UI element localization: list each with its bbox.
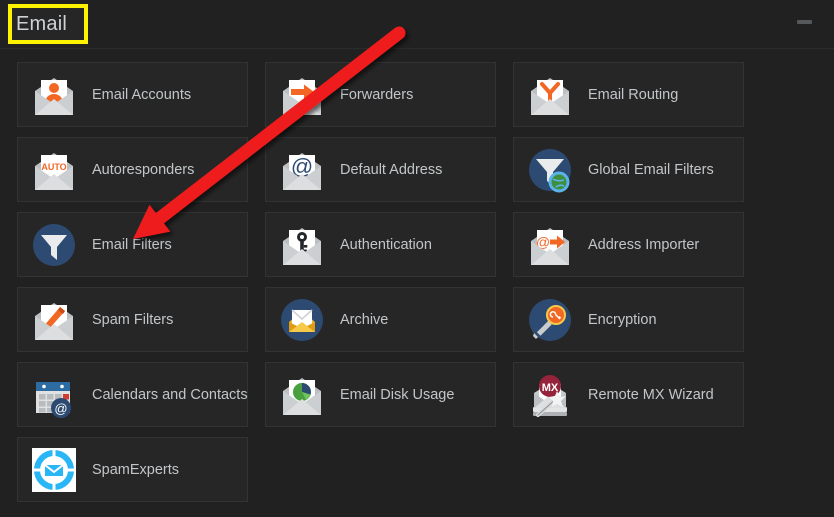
- email-feature-grid: Email Accounts Forwarders Email Routing …: [17, 62, 817, 502]
- envelope-piechart-icon: [278, 371, 326, 419]
- envelope-at-arrow-icon: @: [526, 221, 574, 269]
- minimize-icon[interactable]: [797, 20, 812, 24]
- tile-label: Authentication: [340, 236, 432, 253]
- tile-label: Email Disk Usage: [340, 386, 455, 403]
- tile-address-importer[interactable]: @ Address Importer: [513, 212, 744, 277]
- envelope-key-icon: [278, 221, 326, 269]
- tile-label: Address Importer: [588, 236, 700, 253]
- tile-label: Email Routing: [588, 86, 679, 103]
- tile-calendars-and-contacts[interactable]: @ Calendars and Contacts: [17, 362, 248, 427]
- tile-label: Global Email Filters: [588, 161, 714, 178]
- mx-wand-icon: MX: [526, 371, 574, 419]
- svg-text:AUTO: AUTO: [41, 162, 66, 172]
- tile-autoresponders[interactable]: AUTO Autoresponders: [17, 137, 248, 202]
- tile-label: Autoresponders: [92, 161, 195, 178]
- tile-label: Calendars and Contacts: [92, 386, 248, 403]
- tile-spam-filters[interactable]: Spam Filters: [17, 287, 248, 352]
- envelope-at-icon: @: [278, 146, 326, 194]
- envelope-auto-icon: AUTO: [30, 146, 78, 194]
- tile-label: SpamExperts: [92, 461, 180, 478]
- tile-label: Spam Filters: [92, 311, 174, 328]
- tile-email-accounts[interactable]: Email Accounts: [17, 62, 248, 127]
- tile-spamexperts[interactable]: SpamExperts: [17, 437, 248, 502]
- tile-email-disk-usage[interactable]: Email Disk Usage: [265, 362, 496, 427]
- tile-forwarders[interactable]: Forwarders: [265, 62, 496, 127]
- tile-label: Default Address: [340, 161, 443, 178]
- inbox-tray-icon: [278, 296, 326, 344]
- email-panel: Email Email Accounts Forwarders Email Ro…: [0, 0, 834, 517]
- tile-label: Email Accounts: [92, 86, 192, 103]
- tile-archive[interactable]: Archive: [265, 287, 496, 352]
- page-title: Email: [16, 13, 68, 35]
- tile-encryption[interactable]: Encryption: [513, 287, 744, 352]
- funnel-icon: [30, 221, 78, 269]
- tile-label: Archive: [340, 311, 389, 328]
- envelope-routing-icon: [526, 71, 574, 119]
- tile-email-routing[interactable]: Email Routing: [513, 62, 744, 127]
- envelope-arrow-icon: [278, 71, 326, 119]
- tile-default-address[interactable]: @ Default Address: [265, 137, 496, 202]
- tile-label: Remote MX Wizard: [588, 386, 714, 403]
- tile-label: Email Filters: [92, 236, 172, 253]
- tile-remote-mx-wizard[interactable]: MX Remote MX Wizard: [513, 362, 744, 427]
- tile-global-email-filters[interactable]: Global Email Filters: [513, 137, 744, 202]
- key-lock-icon: [526, 296, 574, 344]
- spamexperts-logo-icon: [30, 446, 78, 494]
- svg-text:@: @: [54, 401, 67, 416]
- envelope-user-icon: [30, 71, 78, 119]
- tile-authentication[interactable]: Authentication: [265, 212, 496, 277]
- svg-text:MX: MX: [542, 382, 559, 394]
- tile-label: Forwarders: [340, 86, 414, 103]
- envelope-pen-icon: [30, 296, 78, 344]
- tile-email-filters[interactable]: Email Filters: [17, 212, 248, 277]
- tile-label: Encryption: [588, 311, 657, 328]
- calendar-at-icon: @: [30, 371, 78, 419]
- header-divider: [0, 48, 834, 49]
- funnel-globe-icon: [526, 146, 574, 194]
- panel-header: Email: [0, 0, 834, 48]
